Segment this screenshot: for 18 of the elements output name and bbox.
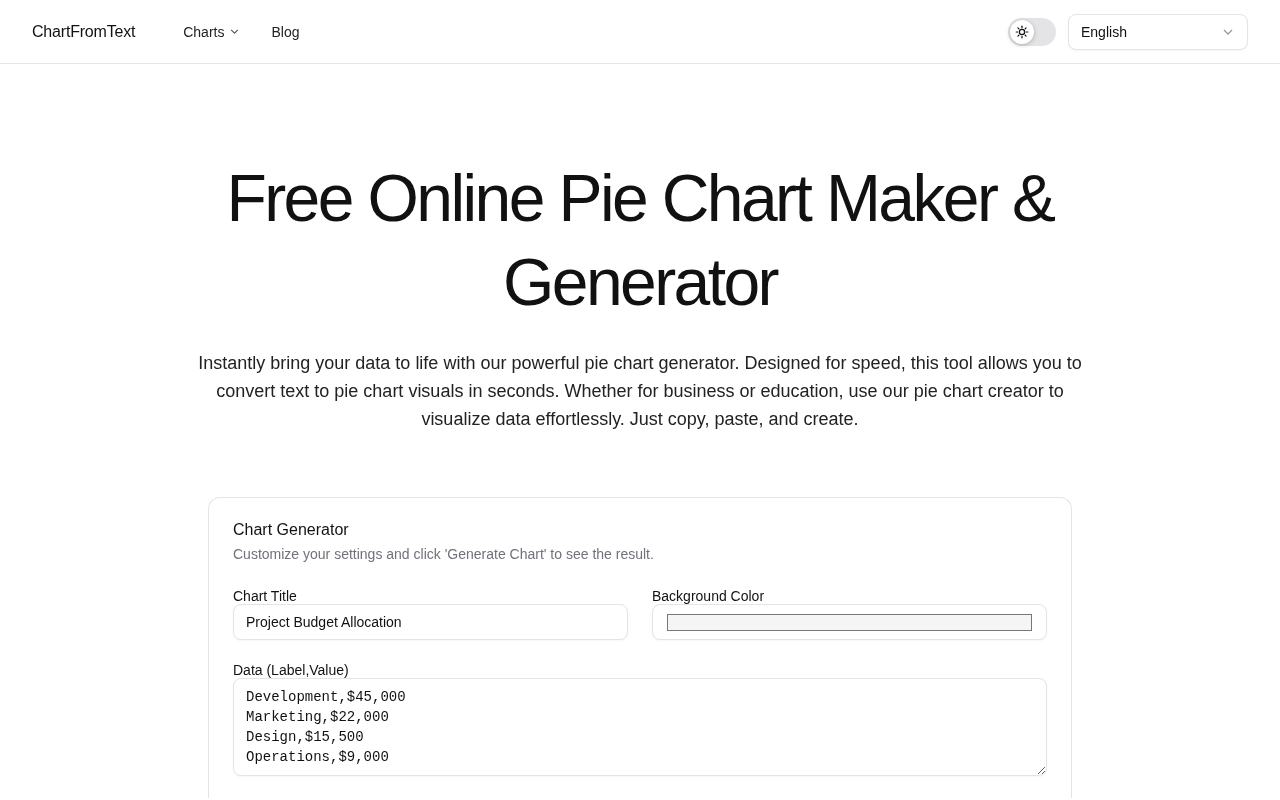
sun-icon xyxy=(1015,24,1029,39)
logo-link[interactable]: ChartFromText xyxy=(32,22,136,41)
field-label: Background Color xyxy=(652,588,766,604)
field-label: Chart Title xyxy=(233,588,298,604)
theme-toggle[interactable] xyxy=(1008,17,1056,46)
color-picker-field[interactable] xyxy=(652,604,1047,640)
field-label: Data (Label,Value) xyxy=(233,662,350,678)
card-title: Chart Generator xyxy=(233,520,350,540)
chevron-down-icon xyxy=(230,29,240,34)
page-description: Instantly bring your data to life with our powerful pie chart generator. Designed for speed, this tool allows you to convert text to pie chart visuals in seconds. Whether for business or education, use our pie chart creator to visualize data effortlessly. Just copy, paste, and create. xyxy=(197,352,1083,431)
data-textarea[interactable]: Development,$45,000 Marketing,$22,000 Design,$15,500 Operations,$9,000 xyxy=(233,678,1047,776)
nav-link[interactable]: Blog xyxy=(271,23,300,40)
title-input[interactable]: Project Budget Allocation xyxy=(233,604,628,640)
page-title: Free Online Pie Chart Maker & Generator xyxy=(225,160,1055,321)
card-subtitle: Customize your settings and click 'Generate Chart' to see the result. xyxy=(233,545,655,564)
chevron-down-icon xyxy=(1223,28,1233,35)
language-select[interactable]: English xyxy=(1068,13,1248,50)
charts-menu-button[interactable]: Charts xyxy=(183,23,240,40)
